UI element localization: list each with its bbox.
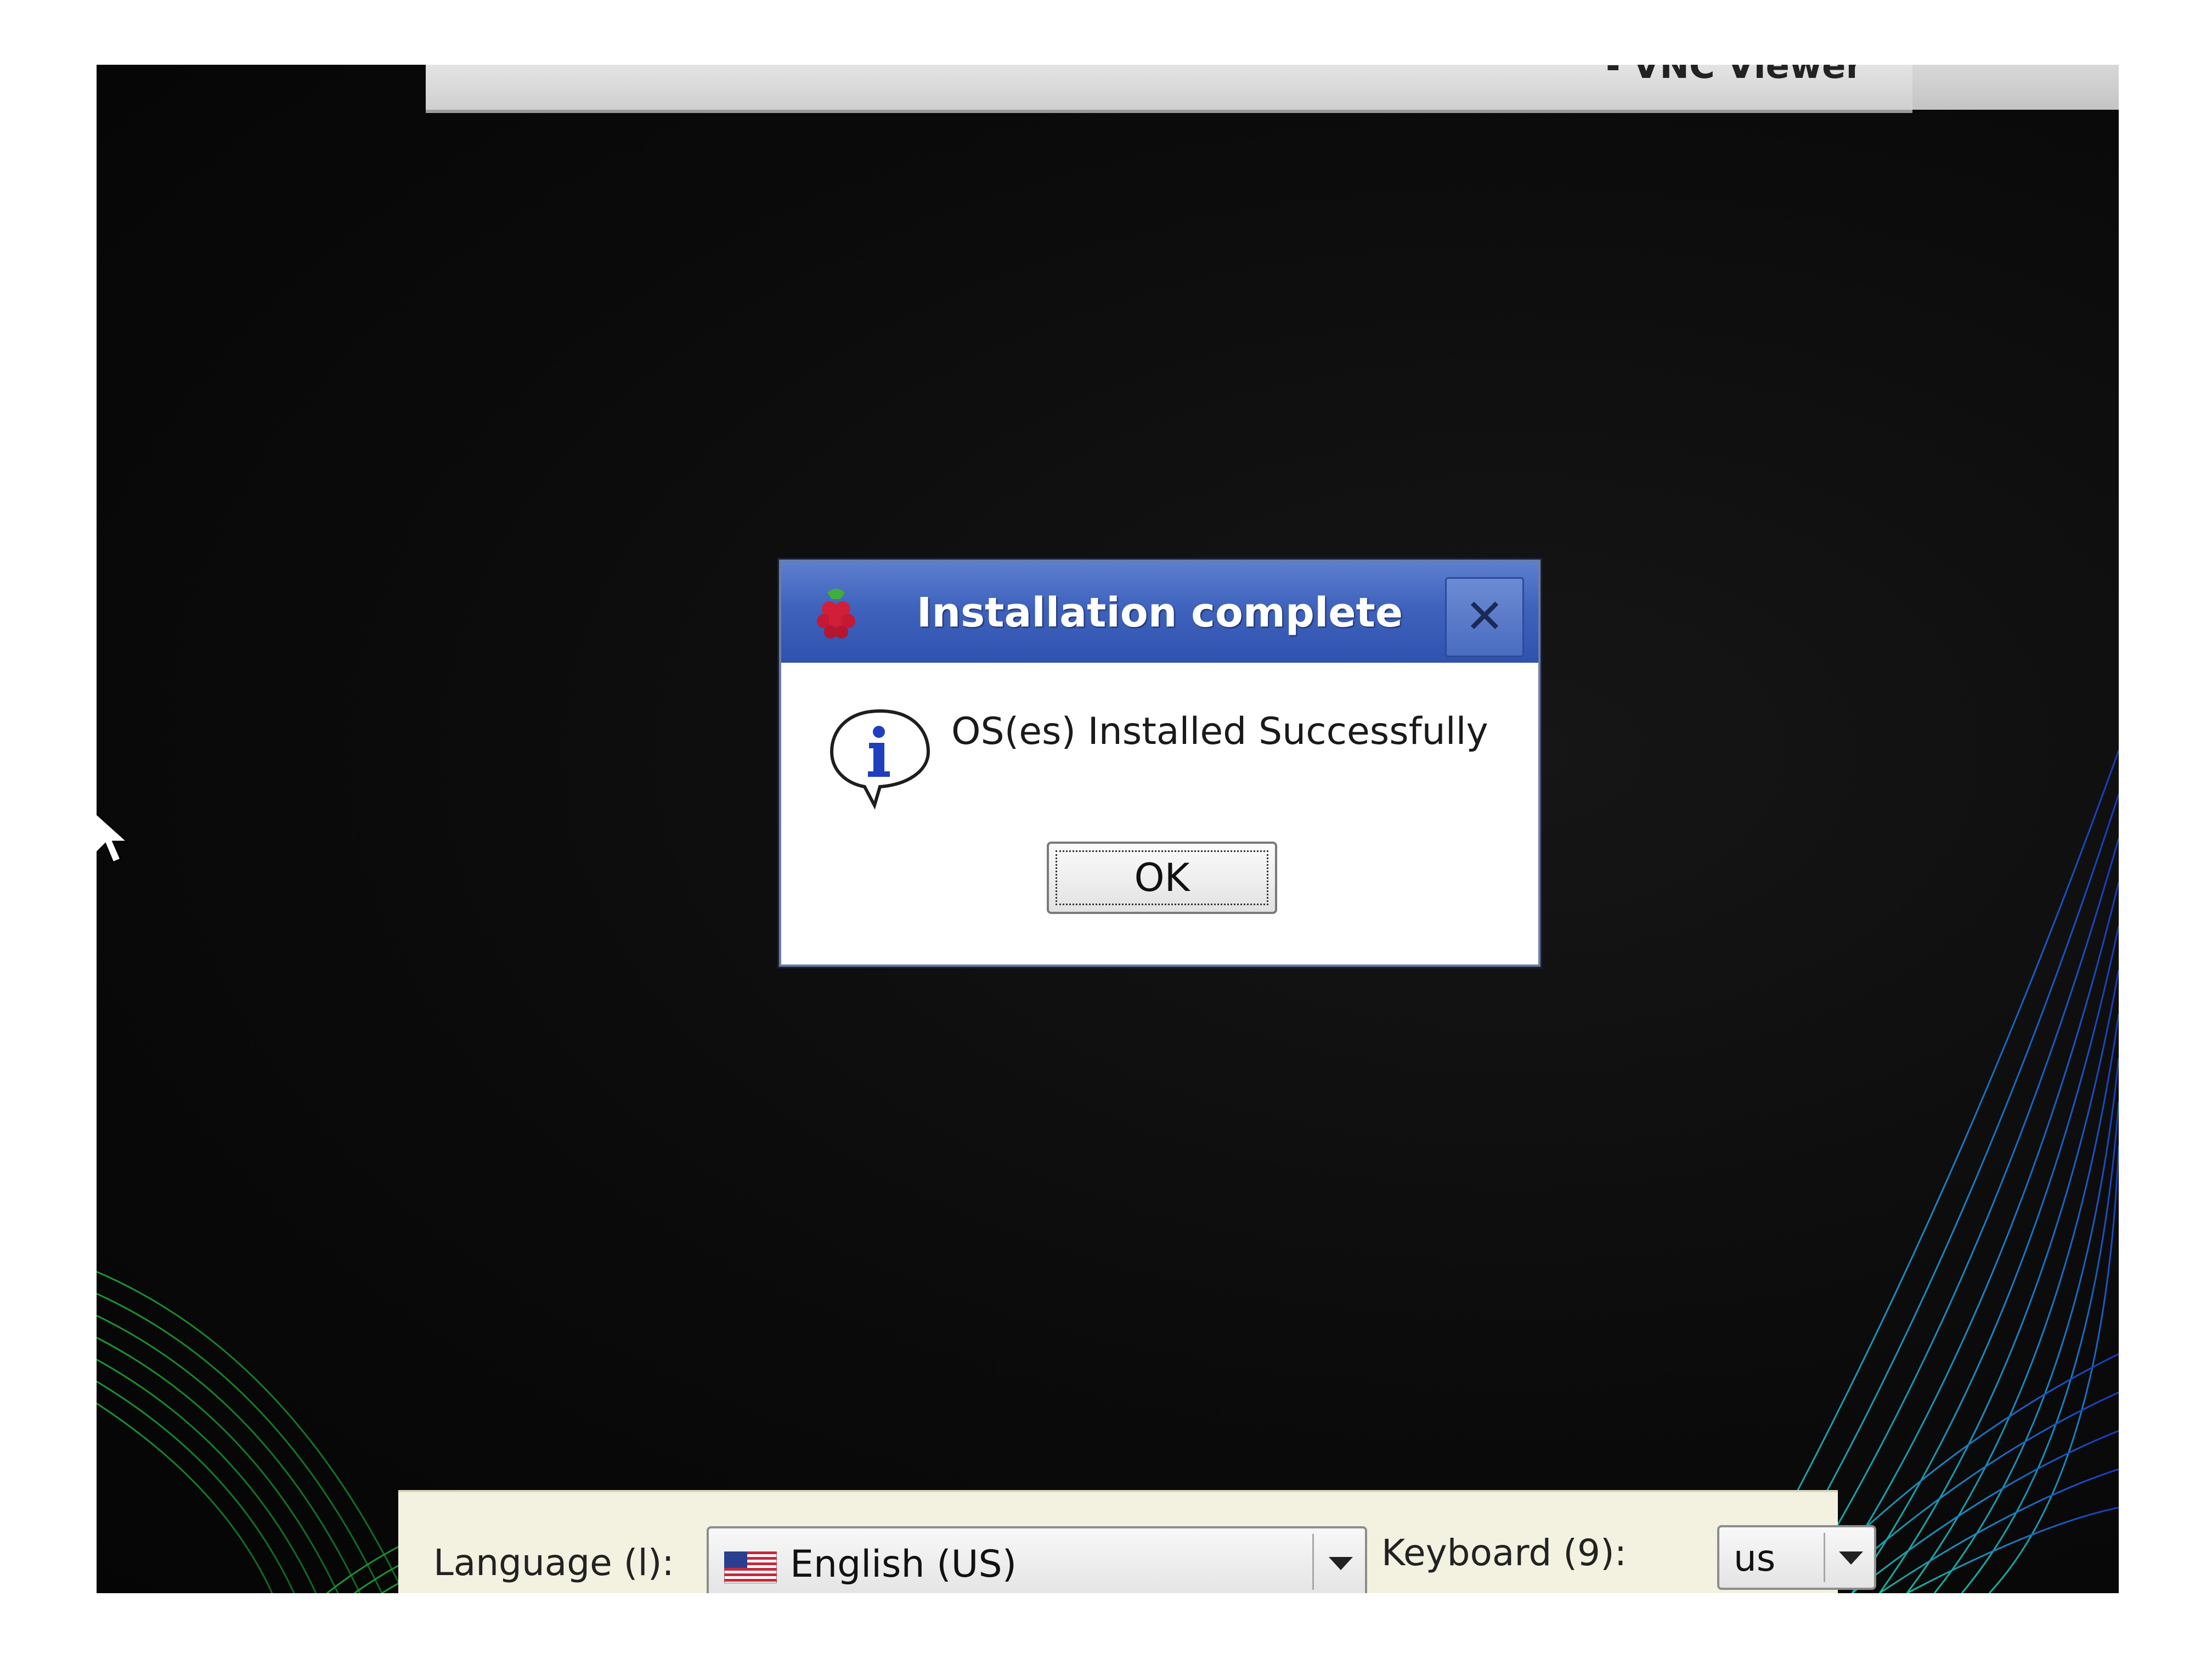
vnc-window-title: - VNC Viewer [1605,65,1863,87]
dialog-title: Installation complete [916,589,1403,636]
dialog-titlebar: Installation complete ✕ [781,562,1538,663]
bottom-settings-bar: Language (l): English (US) Keyboard (9): [398,1490,1876,1593]
vnc-titlebar-edge [1912,65,2119,110]
info-icon [830,709,930,810]
us-flag-icon [724,1551,777,1583]
close-button[interactable]: ✕ [1445,577,1524,657]
vnc-viewer-titlebar: - VNC Viewer [426,65,1912,113]
ok-button[interactable]: OK [1047,842,1277,914]
combo-separator [1312,1534,1314,1590]
keyboard-dropdown[interactable]: us [1717,1525,1876,1590]
close-icon: ✕ [1464,589,1505,644]
keyboard-value: us [1734,1537,1776,1579]
combo-separator [1824,1533,1825,1582]
dialog-message: OS(es) Installed Successfully [951,710,1488,753]
language-label: Language (l): [433,1542,674,1584]
language-dropdown[interactable]: English (US) [707,1526,1367,1593]
photo-frame: - VNC Viewer Installation complete ✕ OS(… [0,0,2212,1659]
mouse-cursor-icon [97,812,129,864]
language-value: English (US) [790,1543,1017,1586]
desktop-screen: - VNC Viewer Installation complete ✕ OS(… [97,65,2119,1593]
ok-button-label: OK [1134,855,1190,900]
keyboard-label: Keyboard (9): [1381,1532,1627,1574]
installation-complete-dialog: Installation complete ✕ OS(es) Installed… [779,560,1541,967]
chevron-down-icon [1839,1551,1863,1565]
chevron-down-icon [1329,1557,1353,1570]
